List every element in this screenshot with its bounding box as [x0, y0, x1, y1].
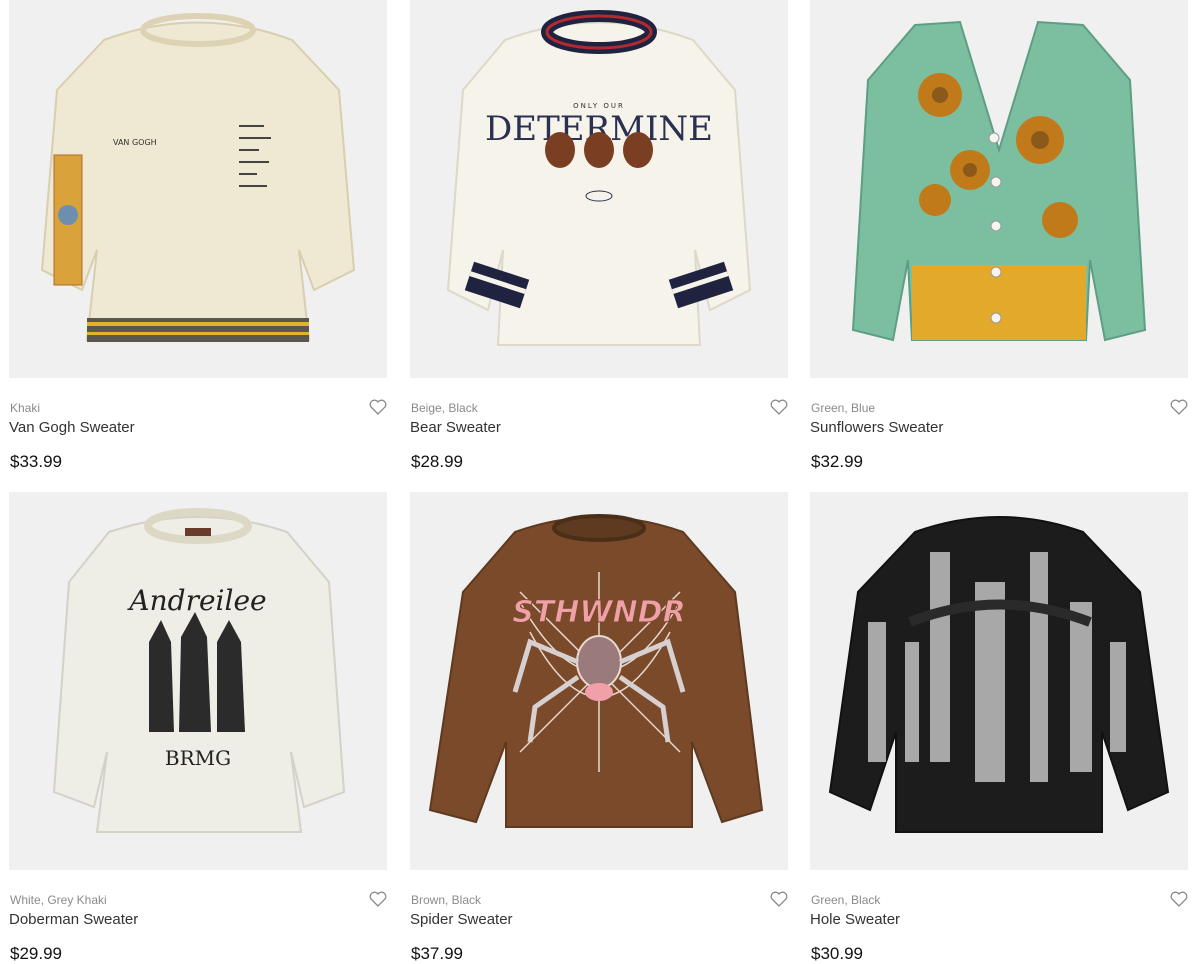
product-price: $32.99	[811, 452, 863, 471]
product-image[interactable]	[810, 492, 1188, 870]
product-colors: Green, Blue	[811, 401, 876, 415]
product-price: $30.99	[811, 944, 863, 963]
product-colors: Green, Black	[811, 893, 881, 907]
product-colors: Brown, Black	[411, 893, 482, 907]
product-card-hole-sweater[interactable]: Green, Black Hole Sweater $30.99	[810, 492, 1188, 963]
product-card-doberman-sweater[interactable]: Andreilee BRMG White, Grey Khaki Doberma…	[9, 492, 387, 963]
product-image[interactable]: VAN GOGH	[9, 0, 387, 378]
heart-icon[interactable]	[369, 399, 387, 415]
product-name[interactable]: Hole Sweater	[810, 911, 900, 928]
heart-icon[interactable]	[770, 399, 788, 415]
product-price: $28.99	[411, 452, 463, 471]
product-price: $29.99	[10, 944, 62, 963]
product-card-van-gogh-sweater[interactable]: VAN GOGH Khaki Van Gogh Sweater $33.99	[9, 0, 387, 471]
product-colors: White, Grey Khaki	[10, 893, 107, 907]
heart-icon[interactable]	[1170, 399, 1188, 415]
heart-icon[interactable]	[369, 891, 387, 907]
product-image[interactable]: ONLY OUR DETERMINE	[410, 0, 788, 378]
product-name[interactable]: Sunflowers Sweater	[810, 419, 943, 436]
product-name[interactable]: Van Gogh Sweater	[9, 419, 135, 436]
product-name[interactable]: Spider Sweater	[410, 911, 513, 928]
product-colors: Khaki	[10, 401, 41, 415]
svg-text:BRMG: BRMG	[165, 746, 231, 770]
svg-text:STHWNDR: STHWNDR	[512, 595, 685, 630]
product-image[interactable]: Andreilee BRMG	[9, 492, 387, 870]
svg-text:Andreilee: Andreilee	[126, 584, 266, 617]
heart-icon[interactable]	[1170, 891, 1188, 907]
product-card-bear-sweater[interactable]: ONLY OUR DETERMINE Beige, Black Bear Swe…	[410, 0, 788, 471]
product-colors: Beige, Black	[411, 401, 478, 415]
product-card-sunflowers-sweater[interactable]: Green, Blue Sunflowers Sweater $32.99	[810, 0, 1188, 471]
heart-icon[interactable]	[770, 891, 788, 907]
svg-text:VAN GOGH: VAN GOGH	[113, 138, 157, 147]
product-image[interactable]	[810, 0, 1188, 378]
product-price: $33.99	[10, 452, 62, 471]
product-card-spider-sweater[interactable]: STHWNDR Brown, Black Spider Sweater $37.…	[410, 492, 788, 963]
product-name[interactable]: Doberman Sweater	[9, 911, 138, 928]
product-price: $37.99	[411, 944, 463, 963]
product-name[interactable]: Bear Sweater	[410, 419, 501, 436]
product-image[interactable]: STHWNDR	[410, 492, 788, 870]
